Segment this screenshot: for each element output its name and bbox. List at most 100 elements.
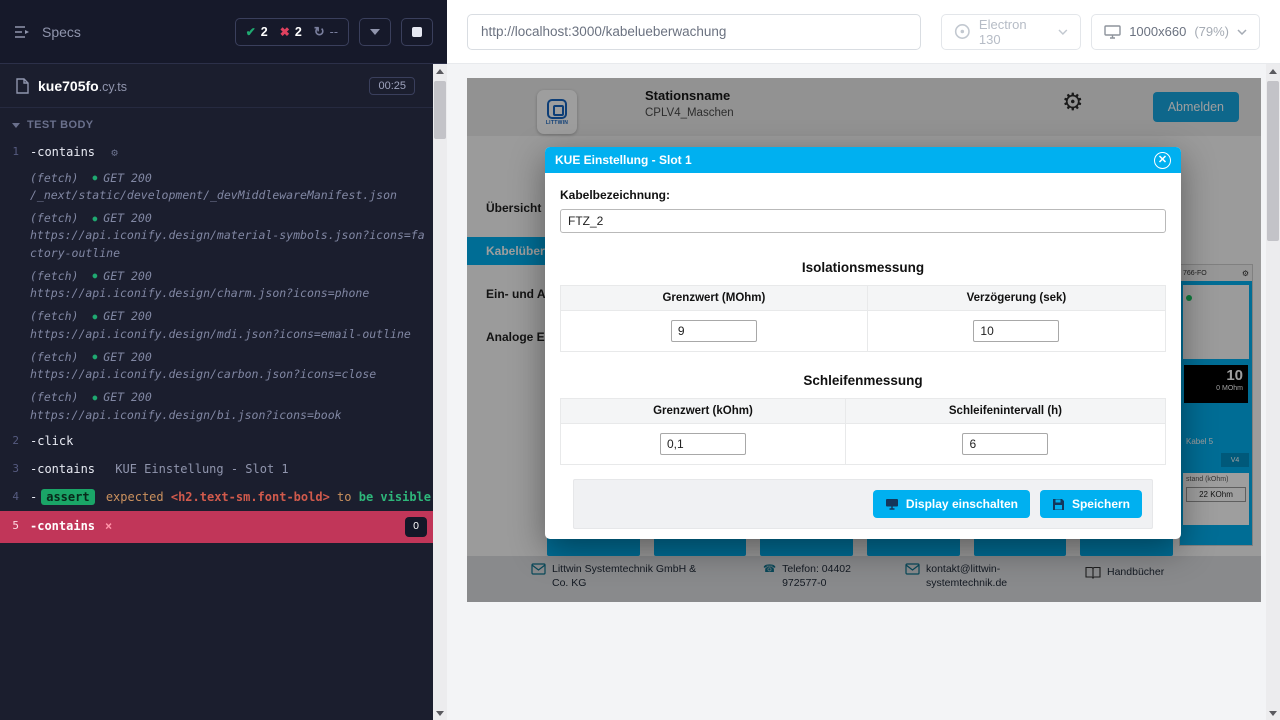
fetch-url: https://api.iconify.design/material-symb…: [30, 227, 431, 262]
fetch-label: (fetch): [30, 170, 78, 187]
display-icon: [885, 498, 899, 510]
line-number: 3: [0, 460, 30, 478]
status-dot: ●: [92, 172, 97, 184]
status-dot: ●: [92, 311, 97, 323]
network-log-row[interactable]: (fetch) ● GET 200 https://api.iconify.desi…: [0, 265, 447, 306]
gear-icon: ⚙: [111, 146, 118, 159]
runner-url-bar: Electron 130 1000x660 (79%): [447, 0, 1280, 64]
command-row-click[interactable]: 2 -click: [0, 427, 447, 455]
network-log-row[interactable]: (fetch)●GET 200 https://api.iconify.desi…: [0, 207, 447, 265]
aut-iframe: LITTWIN Stationsname CPLV4_Maschen ⚙ Abm…: [467, 78, 1261, 602]
schleifenintervall-input[interactable]: [962, 433, 1048, 455]
fetch-url: https://api.iconify.design/carbon.json?i…: [30, 366, 431, 383]
grenzwert-kohm-input[interactable]: [660, 433, 746, 455]
fetch-label: (fetch): [30, 349, 78, 366]
main-scrollbar[interactable]: [1266, 64, 1280, 720]
verzoegerung-input[interactable]: [973, 320, 1059, 342]
fetch-url: https://api.iconify.design/charm.json?ic…: [30, 285, 431, 302]
isolationsmessung-heading: Isolationsmessung: [560, 260, 1166, 275]
viewport-select[interactable]: 1000x660 (79%): [1091, 14, 1260, 50]
fetch-status: GET 200: [103, 268, 151, 285]
close-icon[interactable]: ✕: [1154, 152, 1171, 169]
fail-x-icon: ×: [105, 517, 112, 537]
modal-title: KUE Einstellung - Slot 1: [555, 153, 692, 167]
network-log-row[interactable]: (fetch)●GET 200 https://api.iconify.desi…: [0, 346, 447, 387]
save-floppy-icon: [1052, 498, 1065, 511]
display-einschalten-button[interactable]: Display einschalten: [873, 490, 1030, 518]
kabelbezeichnung-input[interactable]: [560, 209, 1166, 233]
line-number: 1: [0, 143, 30, 162]
file-icon: [16, 78, 29, 94]
fetch-url: https://api.iconify.design/bi.json?icons…: [30, 407, 431, 424]
fetch-label: (fetch): [30, 268, 78, 285]
browser-label: Electron 130: [979, 17, 1051, 47]
stat-passed: ✔ 2: [246, 25, 268, 39]
browser-select[interactable]: Electron 130: [941, 14, 1081, 50]
fetch-label: (fetch): [30, 389, 78, 406]
fetch-status: GET 200: [103, 170, 151, 187]
scroll-down-icon[interactable]: [433, 706, 447, 720]
chevron-down-icon: [1237, 29, 1247, 35]
stat-failed: ✖ 2: [280, 25, 302, 39]
assert-badge: assert: [41, 489, 94, 505]
fetch-status: GET 200: [103, 308, 151, 325]
spec-name: kue705fo.cy.ts: [38, 78, 127, 94]
sidebar-scrollbar[interactable]: [433, 64, 447, 720]
viewport-zoom: (79%): [1194, 24, 1229, 39]
status-dot: ●: [92, 392, 97, 404]
test-body-toggle[interactable]: TEST BODY: [0, 108, 447, 138]
fetch-label: (fetch): [30, 210, 78, 227]
check-icon: ✔: [246, 25, 256, 39]
viewport-size: 1000x660: [1129, 24, 1186, 39]
line-number: 4: [0, 488, 30, 506]
status-dot: ●: [92, 213, 97, 225]
col-schleifenintervall: Schleifenintervall (h): [845, 399, 1165, 424]
chevron-down-icon: [1058, 29, 1068, 35]
collapse-button[interactable]: [359, 18, 391, 46]
url-input[interactable]: [467, 14, 921, 50]
command-name: -contains: [30, 462, 95, 476]
electron-icon: [954, 23, 971, 40]
speichern-button[interactable]: Speichern: [1040, 490, 1142, 518]
col-grenzwert-kohm: Grenzwert (kOhm): [561, 399, 846, 424]
stop-button[interactable]: [401, 18, 433, 46]
kabelbezeichnung-label: Kabelbezeichnung:: [560, 188, 1166, 202]
status-dot: ●: [92, 351, 97, 363]
command-log: 1 -contains ⚙ (fetch)●GET 200 /_next/sta…: [0, 138, 447, 543]
network-log-row[interactable]: (fetch) ● GET 200 https://api.iconify.desi…: [0, 386, 447, 427]
specs-menu-icon[interactable]: [14, 25, 32, 39]
scrollbar-thumb[interactable]: [434, 81, 446, 139]
command-row-contains-3[interactable]: 3 -contains KUE Einstellung - Slot 1: [0, 455, 447, 483]
network-log-row[interactable]: (fetch)●GET 200 https://api.iconify.desi…: [0, 305, 447, 346]
grenzwert-mohm-input[interactable]: [671, 320, 757, 342]
modal-title-bar: KUE Einstellung - Slot 1 ✕: [545, 147, 1181, 173]
chevron-down-icon: [370, 29, 380, 35]
x-icon: ✖: [280, 25, 290, 39]
network-log-row[interactable]: (fetch)●GET 200 /_next/static/developmen…: [0, 167, 447, 208]
scroll-up-icon[interactable]: [1266, 64, 1280, 78]
scrollbar-thumb[interactable]: [1267, 81, 1279, 241]
fetch-url: https://api.iconify.design/mdi.json?icon…: [30, 326, 431, 343]
command-row-contains-1[interactable]: 1 -contains ⚙: [0, 138, 447, 167]
refresh-icon: ↻: [314, 24, 325, 40]
col-grenzwert-mohm: Grenzwert (MOhm): [561, 286, 868, 311]
col-verzoegerung: Verzögerung (sek): [867, 286, 1165, 311]
status-dot: ●: [92, 270, 97, 282]
line-number: 2: [0, 432, 30, 450]
command-row-contains-failed[interactable]: 5 -contains × 0: [0, 511, 447, 543]
stat-pending: ↻ --: [314, 24, 338, 40]
line-number: 5: [0, 517, 30, 537]
scroll-down-icon[interactable]: [1266, 706, 1280, 720]
command-name: -contains: [30, 145, 95, 159]
cypress-reporter-sidebar: Specs ✔ 2 ✖ 2 ↻ -- kue705f: [0, 0, 447, 720]
assert-selector: <h2.text-sm.font-bold>: [171, 490, 330, 504]
fetch-status: GET 200: [103, 389, 151, 406]
modal-footer: Display einschalten Speichern: [573, 479, 1153, 529]
kue-settings-modal: KUE Einstellung - Slot 1 ✕ Kabelbezeichn…: [545, 147, 1181, 539]
command-row-assert[interactable]: 4 -assert expected <h2.text-sm.font-bold…: [0, 483, 447, 511]
spec-file-row[interactable]: kue705fo.cy.ts 00:25: [0, 64, 447, 108]
monitor-icon: [1104, 25, 1121, 39]
scroll-up-icon[interactable]: [433, 64, 447, 78]
element-count-badge: 0: [405, 517, 427, 537]
reporter-header: Specs ✔ 2 ✖ 2 ↻ --: [0, 0, 447, 64]
